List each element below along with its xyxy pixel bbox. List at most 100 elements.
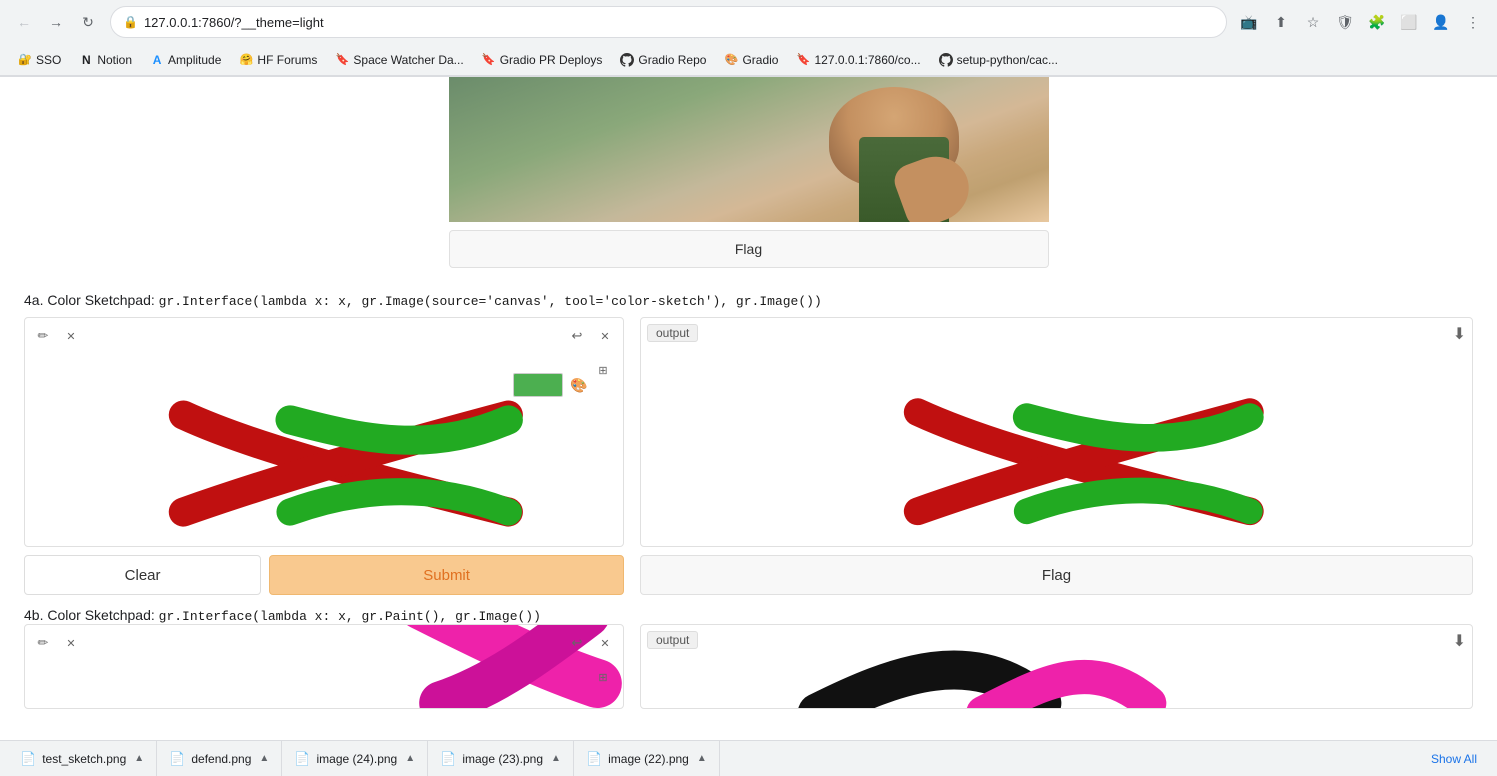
browser-chrome: ← → ↻ 🔒 127.0.0.1:7860/?__theme=light 📺 … — [0, 0, 1497, 77]
download-item-3[interactable]: 📄 image (23).png ▲ — [428, 741, 574, 776]
url-text: 127.0.0.1:7860/?__theme=light — [144, 15, 324, 30]
submit-button-4a[interactable]: Submit — [269, 555, 624, 595]
bookmark-local-label: 127.0.0.1:7860/co... — [814, 53, 920, 67]
undo-button[interactable]: ↩ — [565, 324, 589, 348]
download-file-name-2: image (24).png — [317, 752, 398, 766]
extension-button[interactable]: 🛡 — [1331, 8, 1359, 36]
bookmark-hf-label: HF Forums — [257, 53, 317, 67]
bookmark-notion[interactable]: N Notion — [71, 50, 140, 70]
download-file-icon-1: 📄 — [169, 751, 185, 767]
download-chevron-1: ▲ — [259, 753, 269, 764]
top-section: Flag — [0, 77, 1497, 276]
flag-button-top[interactable]: Flag — [449, 230, 1049, 268]
menu-button[interactable]: ⋮ — [1459, 8, 1487, 36]
download-file-name-3: image (23).png — [462, 752, 543, 766]
cast-button[interactable]: 📺 — [1235, 8, 1263, 36]
pencil-tool-button[interactable]: ✏ — [31, 324, 55, 348]
bookmark-star-button[interactable]: ☆ — [1299, 8, 1327, 36]
color-picker-button[interactable]: 🎨 — [567, 373, 591, 397]
address-bar[interactable]: 🔒 127.0.0.1:7860/?__theme=light — [110, 6, 1227, 38]
close-canvas-button[interactable]: ✕ — [59, 324, 83, 348]
bookmark-local[interactable]: 🔖 127.0.0.1:7860/co... — [788, 50, 928, 70]
download-chevron-3: ▲ — [551, 753, 561, 764]
sketchpad-4b-right: output ⬇ — [640, 624, 1473, 709]
input-canvas-4b[interactable]: ✏ ✕ ↩ ✕ ⊞ — [24, 624, 624, 709]
canvas-right-tools: ⊞ — [591, 358, 615, 382]
download-file-name-1: defend.png — [191, 752, 251, 766]
brush-size-button[interactable]: ⊞ — [591, 358, 615, 382]
download-item-2[interactable]: 📄 image (24).png ▲ — [282, 741, 428, 776]
bookmark-space-watcher[interactable]: 🔖 Space Watcher Da... — [327, 50, 471, 70]
brush-size-button-4b[interactable]: ⊞ — [591, 665, 615, 689]
section-4b-label: 4b. Color Sketchpad: gr.Interface(lambda… — [0, 607, 1497, 624]
clear-button-4a[interactable]: Clear — [24, 555, 261, 595]
bookmark-sso[interactable]: 🔐 SSO — [10, 50, 69, 70]
canvas-4b-sketch — [25, 625, 623, 708]
pencil-tool-button-4b[interactable]: ✏ — [31, 631, 55, 655]
download-chevron-2: ▲ — [405, 753, 415, 764]
download-chevron-0: ▲ — [134, 753, 144, 764]
close-canvas-button-4b[interactable]: ✕ — [59, 631, 83, 655]
extensions-puzzle-button[interactable]: 🧩 — [1363, 8, 1391, 36]
sketchpad-4a-left: ✏ ✕ ↩ ✕ ⊞ 🎨 — [24, 317, 624, 595]
sketchpad-4a-row: ✏ ✕ ↩ ✕ ⊞ 🎨 — [0, 317, 1497, 607]
show-all-button[interactable]: Show All — [1419, 741, 1489, 776]
setup-python-icon — [939, 53, 953, 67]
bookmark-notion-label: Notion — [97, 53, 132, 67]
undo-button-4b[interactable]: ↩ — [565, 631, 589, 655]
download-file-icon-3: 📄 — [440, 751, 456, 767]
bookmark-gradio-repo-label: Gradio Repo — [638, 53, 706, 67]
download-bar: 📄 test_sketch.png ▲ 📄 defend.png ▲ 📄 ima… — [0, 740, 1497, 776]
bookmark-gradio-pr[interactable]: 🔖 Gradio PR Deploys — [474, 50, 611, 70]
profile-button[interactable]: 👤 — [1427, 8, 1455, 36]
forward-button[interactable]: → — [42, 8, 70, 36]
gradio-pr-icon: 🔖 — [482, 53, 496, 67]
sketchpad-4a-right: output ⬇ Flag — [640, 317, 1473, 595]
output-4b-sketch — [641, 625, 1472, 708]
gradio-repo-icon — [620, 53, 634, 67]
clear-canvas-button-4b[interactable]: ✕ — [593, 631, 617, 655]
local-icon: 🔖 — [796, 53, 810, 67]
bookmark-hf-forums[interactable]: 🤗 HF Forums — [231, 50, 325, 70]
sso-icon: 🔐 — [18, 53, 32, 67]
share-button[interactable]: ⬆ — [1267, 8, 1295, 36]
canvas-toolbar-right: ↩ ✕ — [565, 324, 617, 348]
reload-button[interactable]: ↻ — [74, 8, 102, 36]
top-image — [449, 77, 1049, 222]
bookmark-gradio-pr-label: Gradio PR Deploys — [500, 53, 603, 67]
color-swatch[interactable] — [513, 373, 563, 397]
toolbar-actions: 📺 ⬆ ☆ 🛡 🧩 ⬜ 👤 ⋮ — [1235, 8, 1487, 36]
output-canvas-4b: output ⬇ — [640, 624, 1473, 709]
section-4a-label: 4a. Color Sketchpad: gr.Interface(lambda… — [0, 276, 1497, 317]
bookmark-amplitude[interactable]: A Amplitude — [142, 50, 229, 70]
lock-icon: 🔒 — [123, 15, 138, 29]
section-4b-title: 4b. Color Sketchpad: — [24, 607, 155, 623]
notion-icon: N — [79, 53, 93, 67]
download-file-icon-0: 📄 — [20, 751, 36, 767]
canvas-4b-toolbar-right: ↩ ✕ — [565, 631, 617, 655]
download-file-name-4: image (22).png — [608, 752, 689, 766]
browser-toolbar: ← → ↻ 🔒 127.0.0.1:7860/?__theme=light 📺 … — [0, 0, 1497, 44]
color-tools: 🎨 — [513, 373, 591, 397]
bookmark-gradio[interactable]: 🎨 Gradio — [716, 50, 786, 70]
section-4b-code: gr.Interface(lambda x: x, gr.Paint(), gr… — [159, 609, 541, 624]
section-4a-code: gr.Interface(lambda x: x, gr.Image(sourc… — [159, 294, 822, 309]
download-item-4[interactable]: 📄 image (22).png ▲ — [574, 741, 720, 776]
back-button[interactable]: ← — [10, 8, 38, 36]
split-view-button[interactable]: ⬜ — [1395, 8, 1423, 36]
bookmark-space-watcher-label: Space Watcher Da... — [353, 53, 463, 67]
bookmark-setup-python[interactable]: setup-python/cac... — [931, 50, 1066, 70]
top-image-wrapper: Flag — [449, 77, 1049, 268]
space-watcher-icon: 🔖 — [335, 53, 349, 67]
download-item-1[interactable]: 📄 defend.png ▲ — [157, 741, 282, 776]
canvas-4b-toolbar-left: ✏ ✕ — [31, 631, 83, 655]
bookmark-gradio-label: Gradio — [742, 53, 778, 67]
canvas-4b-right-tools: ⊞ — [591, 665, 615, 689]
bookmark-gradio-repo[interactable]: Gradio Repo — [612, 50, 714, 70]
gradio-icon: 🎨 — [724, 53, 738, 67]
clear-canvas-button[interactable]: ✕ — [593, 324, 617, 348]
download-item-0[interactable]: 📄 test_sketch.png ▲ — [8, 741, 157, 776]
input-canvas-4a[interactable]: ✏ ✕ ↩ ✕ ⊞ 🎨 — [24, 317, 624, 547]
download-file-name-0: test_sketch.png — [42, 752, 126, 766]
flag-button-4a[interactable]: Flag — [640, 555, 1473, 595]
